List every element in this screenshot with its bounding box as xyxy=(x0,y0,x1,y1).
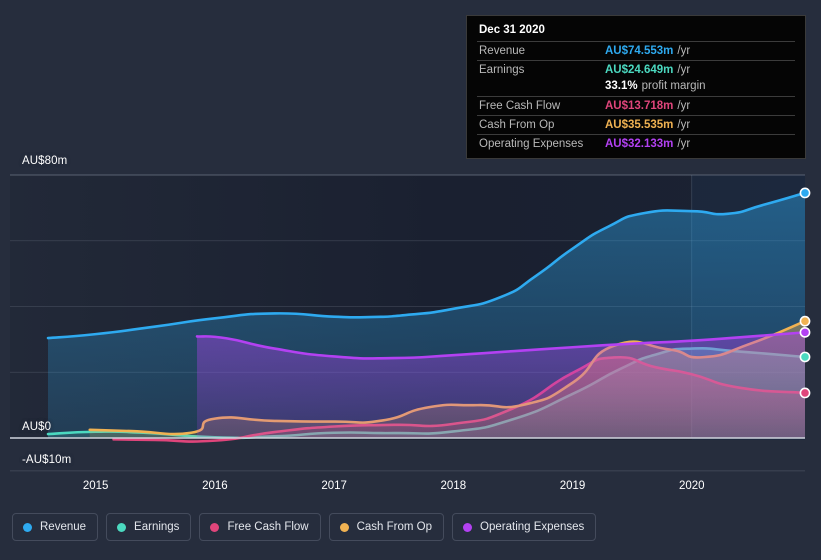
tooltip-row: Operating Expenses AU$32.133m/yr xyxy=(477,134,795,153)
legend-color-swatch-icon xyxy=(210,522,220,532)
tooltip-row-value: AU$13.718m xyxy=(605,100,674,112)
tooltip-row-value: AU$24.649m xyxy=(605,64,674,76)
tooltip-row-label: Free Cash Flow xyxy=(479,100,561,112)
tooltip-row-value: AU$74.553m xyxy=(605,45,674,57)
tooltip-row: Cash From Op AU$35.535m/yr xyxy=(477,115,795,134)
tooltip-row-label: Revenue xyxy=(479,45,526,57)
tooltip-row-value: AU$35.535m xyxy=(605,119,674,131)
legend-color-swatch-icon xyxy=(23,522,32,532)
tooltip-row-unit: /yr xyxy=(677,45,691,57)
legend-item-label: Operating Expenses xyxy=(480,521,585,533)
tooltip-date: Dec 31 2020 xyxy=(479,24,545,36)
tooltip-row-value: AU$32.133m xyxy=(605,138,674,150)
legend-color-swatch-icon xyxy=(463,522,473,532)
y-axis-label-top: AU$80m xyxy=(22,155,68,167)
tooltip-row: Free Cash Flow AU$13.718m/yr xyxy=(477,96,795,115)
legend-color-swatch-icon xyxy=(339,522,349,532)
legend-item-label: Earnings xyxy=(134,521,180,533)
tooltip-row-unit: /yr xyxy=(677,100,691,112)
tooltip-row-unit: /yr xyxy=(677,64,691,76)
tooltip-row-value: 33.1% xyxy=(605,80,638,92)
x-axis-tick-2018: 2018 xyxy=(440,480,467,492)
y-axis-label-negative: -AU$10m xyxy=(22,454,72,466)
tooltip-row: 33.1% profit margin xyxy=(477,79,795,96)
legend-item-label: Free Cash Flow xyxy=(227,521,309,533)
x-axis-tick-2015: 2015 xyxy=(82,480,109,492)
legend-item-revenue[interactable]: Revenue xyxy=(12,513,99,541)
financials-chart-widget: AU$80m AU$0 -AU$10m 2015 2016 2017 2018 2019… xyxy=(0,0,821,560)
legend-item-operating-expenses[interactable]: Operating Expenses xyxy=(452,513,597,541)
tooltip-rows: Revenue AU$74.553m/yr Earnings AU$24.649m/y… xyxy=(477,41,795,153)
legend-item-label: Cash From Op xyxy=(356,521,433,533)
tooltip-row-label: Operating Expenses xyxy=(479,138,584,150)
x-axis-tick-2019: 2019 xyxy=(559,480,586,492)
legend-item-free-cash-flow[interactable]: Free Cash Flow xyxy=(199,513,321,541)
y-axis-label-zero: AU$0 xyxy=(22,421,52,433)
tooltip-row-unit: /yr xyxy=(677,119,691,131)
legend-color-swatch-icon xyxy=(117,522,127,532)
tooltip-row-label: Cash From Op xyxy=(479,119,555,131)
tooltip-row: Earnings AU$24.649m/yr xyxy=(477,60,795,79)
tooltip-row: Revenue AU$74.553m/yr xyxy=(477,41,795,60)
tooltip-row-unit: /yr xyxy=(677,138,691,150)
legend-item-label: Revenue xyxy=(40,521,87,533)
chart-tooltip: Dec 31 2020 Revenue AU$74.553m/yr Earnings… xyxy=(466,15,806,159)
x-axis-tick-2017: 2017 xyxy=(321,480,347,492)
x-axis-tick-2016: 2016 xyxy=(202,480,228,492)
legend-item-cash-from-op[interactable]: Cash From Op xyxy=(328,513,445,541)
chart-legend[interactable]: Revenue Earnings Free Cash Flow Cash From O… xyxy=(12,513,597,541)
legend-item-earnings[interactable]: Earnings xyxy=(106,513,192,541)
tooltip-row-label: Earnings xyxy=(479,64,525,76)
x-axis-tick-2020: 2020 xyxy=(678,480,705,492)
tooltip-row-unit: profit margin xyxy=(641,80,706,92)
